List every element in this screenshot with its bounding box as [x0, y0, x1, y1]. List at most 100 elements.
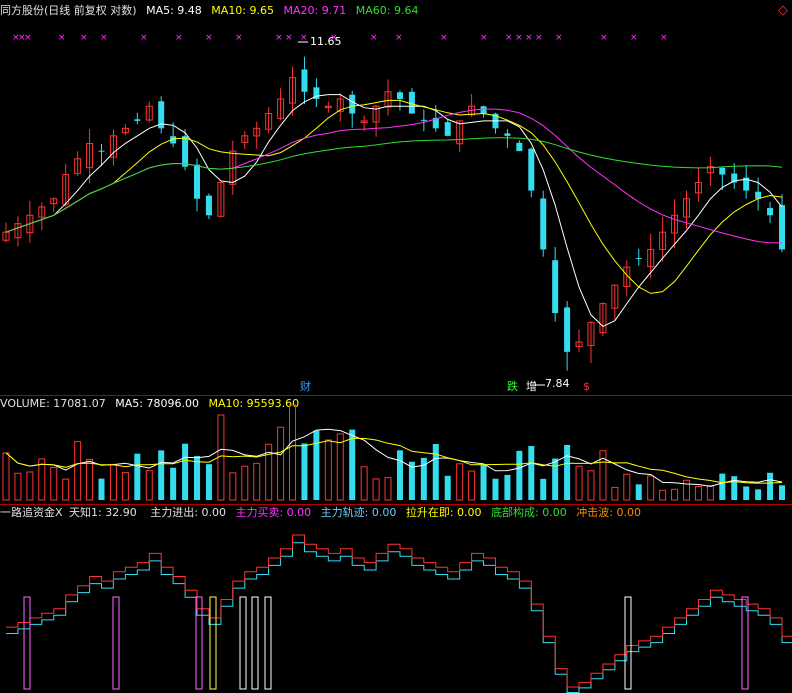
candle-body: [564, 307, 571, 352]
volume-bar: [694, 485, 702, 501]
candle-body: [552, 260, 559, 314]
volume-bar: [98, 478, 105, 500]
candle-body: [134, 119, 141, 121]
volume-bar: [779, 485, 785, 500]
volume-bar: [121, 472, 129, 501]
signal-bar: [624, 596, 632, 690]
volume-bar: [587, 470, 595, 501]
volume-bar: [706, 485, 714, 501]
candle-body: [444, 122, 451, 136]
volume-bar: [480, 464, 487, 500]
x-mark: ×: [630, 33, 638, 43]
x-mark: ×: [525, 33, 533, 43]
volume-bar: [372, 478, 380, 501]
volume-bar: [528, 445, 535, 500]
volume-bar: [145, 470, 153, 501]
volume-bar: [50, 466, 58, 501]
candle-body: [420, 119, 427, 121]
candle-body: [504, 133, 511, 136]
candle-body: [767, 207, 774, 216]
volume-bar: [432, 443, 439, 500]
signal-bar: [239, 596, 247, 690]
volume-bar: [62, 478, 70, 501]
volume-bar: [158, 450, 165, 500]
volume-bar: [324, 439, 332, 501]
volume-bar: [313, 430, 320, 500]
x-mark: ×: [80, 33, 88, 43]
volume-bar: [253, 462, 261, 501]
low-price-label: 7.84: [545, 377, 570, 390]
volume-bar: [170, 467, 177, 500]
high-price-label: 11.65: [310, 35, 342, 48]
candle-body: [194, 164, 201, 199]
candle-body: [408, 91, 415, 114]
volume-bar: [2, 452, 10, 501]
x-mark: ×: [140, 33, 148, 43]
volume-bar: [743, 486, 750, 500]
x-mark: ×: [370, 33, 378, 43]
x-mark: ×: [275, 33, 283, 43]
x-mark: ×: [100, 33, 108, 43]
volume-bar: [444, 475, 451, 500]
event-marker-dollar[interactable]: $: [583, 381, 590, 393]
volume-bar: [289, 404, 297, 501]
x-mark: ×: [205, 33, 213, 43]
indicator-panel: 一路追资金X 天知1: 32.90 主力进出: 0.00 主力买卖: 0.00 …: [0, 505, 792, 693]
volume-bar: [26, 471, 34, 501]
volume-bar: [86, 458, 94, 501]
candle-body: [516, 142, 523, 152]
volume-bar: [492, 478, 499, 500]
volume-bar: [109, 463, 117, 501]
volume-panel: VOLUME: 17081.07 MA5: 78096.00 MA10: 955…: [0, 396, 792, 504]
candle-body: [396, 92, 403, 99]
volume-bar: [719, 473, 726, 500]
x-mark: ×: [555, 33, 563, 43]
price-chart[interactable]: ××× × × × × × × × × × × × × × × × × × × × × × × ×: [0, 0, 792, 395]
volume-chart[interactable]: [0, 396, 792, 504]
event-marker-finance[interactable]: 财: [300, 381, 311, 393]
x-mark: ×: [58, 33, 66, 43]
volume-bar: [647, 475, 655, 501]
signal-bar: [251, 596, 259, 690]
volume-bar: [229, 472, 237, 501]
volume-bar: [384, 477, 392, 501]
event-marker-drop[interactable]: 跌: [507, 381, 518, 393]
volume-bar: [182, 443, 189, 500]
signal-bar: [264, 596, 272, 690]
volume-bar: [552, 458, 559, 500]
volume-bar: [671, 488, 679, 501]
candle-body: [528, 148, 535, 191]
candle-body: [719, 167, 726, 175]
volume-bar: [468, 470, 476, 501]
x-mark: ×: [440, 33, 448, 43]
volume-bar: [516, 450, 523, 500]
candle-body: [349, 94, 356, 114]
indicator-chart[interactable]: [0, 505, 792, 693]
volume-bar: [504, 474, 511, 500]
candle-body: [480, 106, 487, 114]
volume-bar: [767, 472, 774, 500]
x-mark: ×: [395, 33, 403, 43]
volume-bar: [456, 463, 464, 501]
candle-body: [301, 69, 308, 92]
x-mark: ×: [660, 33, 668, 43]
candle-body: [182, 136, 189, 167]
volume-bar: [623, 473, 631, 501]
volume-bar: [241, 465, 249, 501]
volume-bar: [301, 443, 308, 500]
x-mark: ×: [480, 33, 488, 43]
volume-bar: [336, 433, 344, 501]
signal-bar: [112, 596, 120, 690]
volume-bar: [755, 489, 762, 500]
main-flow-line: [6, 534, 792, 688]
volume-bar: [349, 429, 356, 500]
x-mark: ×: [600, 33, 608, 43]
volume-bar: [575, 465, 583, 501]
volume-bar: [134, 453, 141, 500]
candle-body: [205, 195, 212, 216]
volume-bar: [564, 445, 571, 500]
candle-body: [540, 198, 547, 250]
volume-bar: [682, 479, 690, 501]
signal-bar: [23, 596, 31, 690]
event-marker-increase[interactable]: 增: [526, 381, 537, 393]
